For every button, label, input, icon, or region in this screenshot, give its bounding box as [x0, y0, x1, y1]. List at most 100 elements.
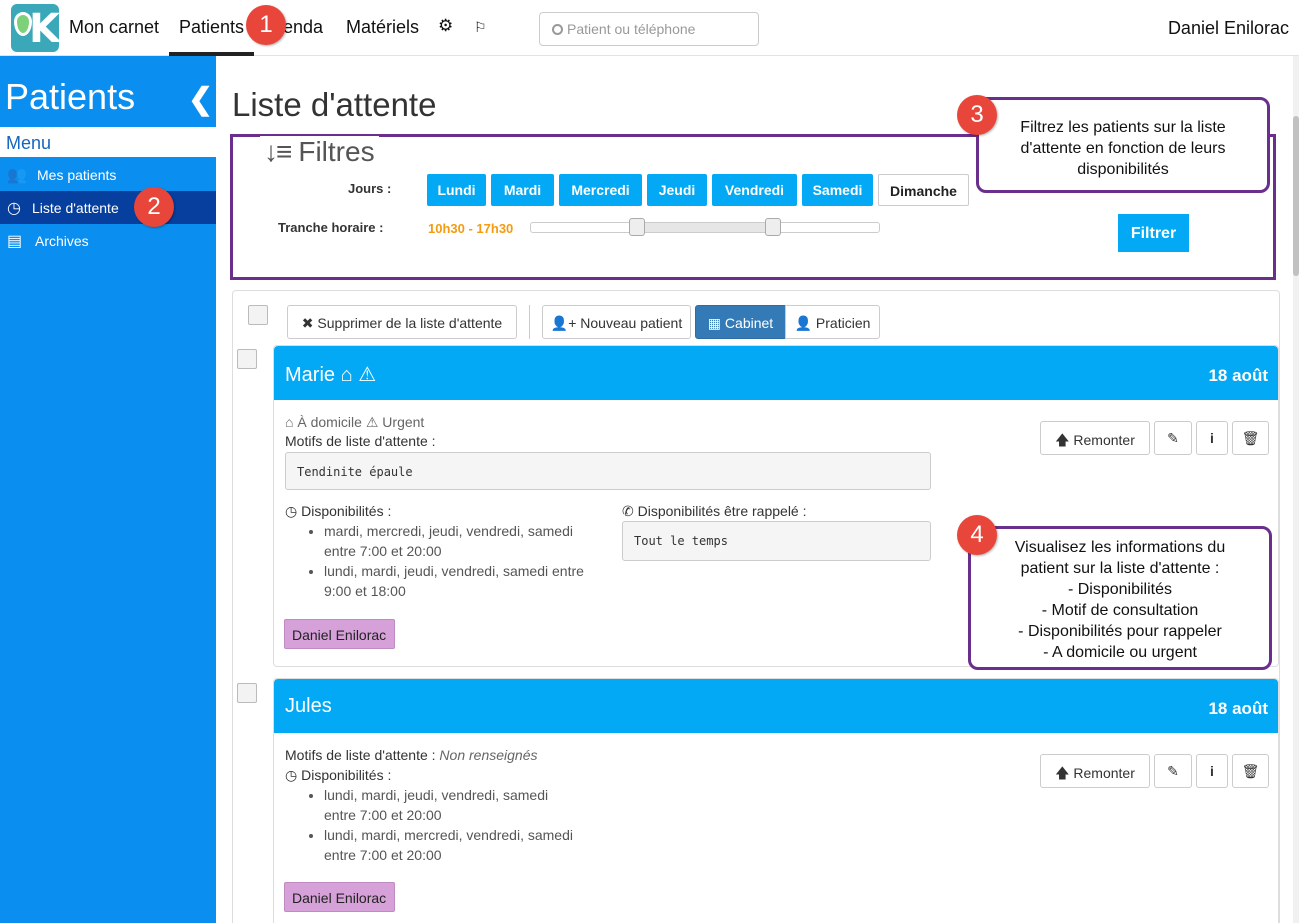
time-slider-handle-low[interactable] [629, 218, 646, 236]
day-button-samedi[interactable]: Samedi [802, 174, 873, 206]
motifs-label: Motifs de liste d'attente : Non renseign… [285, 747, 537, 763]
card-header: Marie ⌂ ⚠ 18 août [274, 346, 1278, 400]
practitioner-badge: Daniel Enilorac [284, 619, 395, 649]
trash-icon: 🗑 [1241, 430, 1260, 446]
page-scrollbar[interactable] [1293, 56, 1299, 923]
remove-from-list-button[interactable]: ✖ Supprimer de la liste d'attente [287, 305, 517, 339]
app-logo[interactable]: K [11, 4, 59, 52]
praticien-toggle-button[interactable]: 👤 Praticien [785, 305, 880, 339]
sidebar-item-mes-patients[interactable]: 👥 Mes patients [0, 158, 216, 191]
close-icon: ✖ [301, 315, 318, 331]
day-button-mercredi[interactable]: Mercredi [559, 174, 642, 206]
user-icon: 👤 [794, 315, 816, 331]
step-badge-1: 1 [246, 5, 286, 45]
warning-icon: ⚠ [358, 364, 377, 386]
search-placeholder: Patient ou téléphone [567, 21, 696, 37]
delete-button[interactable]: 🗑 [1232, 754, 1269, 788]
card-tags: ⌂ À domicile ⚠ Urgent [285, 414, 424, 431]
search-input[interactable]: Patient ou téléphone [539, 12, 759, 46]
sort-icon: ↓≡ [264, 136, 292, 167]
home-icon: ⌂ [340, 364, 353, 386]
nav-agenda[interactable]: enda [283, 17, 323, 38]
motifs-label-text: Motifs de liste d'attente : [285, 747, 436, 763]
list-item: mardi, mercredi, jeudi, vendredi, samedi… [324, 521, 584, 561]
day-button-vendredi[interactable]: Vendredi [712, 174, 797, 206]
page-title: Liste d'attente [232, 86, 437, 123]
archive-icon: ▤ [7, 233, 23, 250]
dispo-label: ◷ Disponibilités : [285, 767, 391, 784]
sidebar-item-archives[interactable]: ▤ Archives [0, 224, 216, 257]
search-icon [552, 24, 563, 35]
day-button-jeudi[interactable]: Jeudi [647, 174, 707, 206]
clock-icon: ◷ [285, 503, 302, 519]
flag-icon[interactable]: ⚐ [474, 19, 487, 36]
cabinet-toggle-button[interactable]: ▦ Cabinet [695, 305, 786, 339]
card-date: 18 août [1208, 699, 1268, 718]
select-all-checkbox[interactable] [248, 305, 268, 325]
motif-box: Tendinite épaule [285, 452, 931, 490]
clock-icon: ◷ [7, 200, 21, 217]
card-checkbox[interactable] [237, 683, 257, 703]
step-badge-3: 3 [957, 95, 997, 135]
remonter-button[interactable]: 🡅 Remonter [1040, 421, 1150, 455]
pencil-icon: ✎ [1167, 763, 1179, 779]
new-patient-label: Nouveau patient [580, 315, 683, 331]
remonter-label: Remonter [1073, 432, 1135, 448]
sidebar-item-label: Liste d'attente [32, 200, 119, 216]
remonter-button[interactable]: 🡅 Remonter [1040, 754, 1150, 788]
rappel-label-text: Disponibilités être rappelé : [637, 503, 807, 519]
practitioner-badge: Daniel Enilorac [284, 882, 395, 912]
sidebar-item-label: Mes patients [37, 167, 117, 183]
building-icon: ▦ [707, 315, 725, 331]
nav-patients[interactable]: Patients [179, 17, 244, 38]
day-button-mardi[interactable]: Mardi [491, 174, 554, 206]
info-icon: i [1210, 430, 1214, 446]
arrow-up-icon: 🡅 [1055, 432, 1074, 448]
pencil-icon: ✎ [1167, 430, 1179, 446]
callout-card-info: Visualisez les informations du patient s… [968, 526, 1272, 670]
info-button[interactable]: i [1196, 421, 1228, 455]
motif-none: Non renseignés [439, 747, 538, 763]
dispo-label-text: Disponibilités : [301, 503, 392, 519]
filter-button[interactable]: Filtrer [1118, 214, 1189, 252]
patient-name-text: Marie [285, 364, 336, 386]
edit-button[interactable]: ✎ [1154, 754, 1192, 788]
time-range-value: 10h30 - 17h30 [428, 221, 514, 236]
step-badge-2: 2 [134, 187, 174, 227]
nav-materiels[interactable]: Matériels [346, 17, 419, 38]
trash-icon: 🗑 [1241, 763, 1260, 779]
cabinet-label: Cabinet [724, 315, 774, 331]
time-range-label: Tranche horaire : [278, 220, 384, 235]
dispo-hours: entre 7:00 et 20:00 [324, 807, 442, 823]
day-button-lundi[interactable]: Lundi [427, 174, 486, 206]
callout-line: - Disponibilités [1067, 581, 1173, 598]
card-date: 18 août [1208, 366, 1268, 385]
time-slider-handle-high[interactable] [764, 218, 781, 236]
card-checkbox[interactable] [237, 349, 257, 369]
day-button-dimanche[interactable]: Dimanche [878, 174, 969, 206]
time-slider-range [637, 223, 773, 232]
callout-line: Visualisez les informations du [1014, 539, 1226, 556]
remove-label: Supprimer de la liste d'attente [317, 315, 503, 331]
remonter-label: Remonter [1073, 765, 1135, 781]
user-menu[interactable]: Daniel Enilorac [1168, 18, 1289, 39]
warning-icon: ⚠ [365, 414, 383, 430]
toolbar-divider [529, 305, 530, 339]
info-button[interactable]: i [1196, 754, 1228, 788]
users-icon: 👥 [7, 167, 27, 184]
callout-line: patient sur la liste d'attente : [1020, 560, 1220, 577]
card-patient-name[interactable]: Jules [285, 695, 332, 718]
callout-line: - Disponibilités pour rappeler [1018, 623, 1222, 640]
nav-mon-carnet[interactable]: Mon carnet [69, 17, 159, 38]
chevron-left-icon[interactable]: ❮ [188, 82, 213, 117]
dispo-hours: entre 7:00 et 20:00 [324, 847, 442, 863]
edit-button[interactable]: ✎ [1154, 421, 1192, 455]
delete-button[interactable]: 🗑 [1232, 421, 1269, 455]
sidebar: Patients ❮ Menu 👥 Mes patients ◷ Liste d… [0, 56, 216, 923]
sidebar-item-liste-attente[interactable]: ◷ Liste d'attente [0, 191, 216, 224]
new-patient-button[interactable]: 👤+ Nouveau patient [542, 305, 691, 339]
card-patient-name[interactable]: Marie ⌂ ⚠ [285, 362, 376, 387]
scrollbar-thumb[interactable] [1293, 116, 1299, 276]
callout-line: - Motif de consultation [1041, 602, 1199, 619]
gear-icon[interactable]: ⚙ [438, 16, 453, 36]
